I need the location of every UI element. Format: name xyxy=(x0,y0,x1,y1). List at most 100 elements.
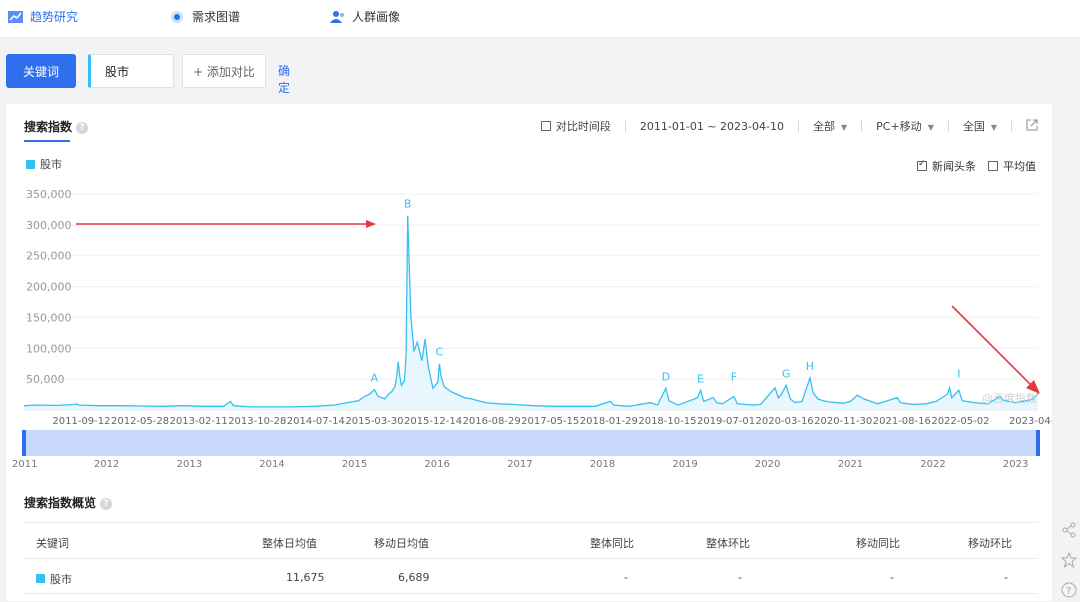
range-year-label: 2015 xyxy=(342,459,367,470)
row-mobile-avg: 6,689 xyxy=(398,571,430,584)
nav-trend-label: 趋势研究 xyxy=(30,10,79,24)
annotation-G: G xyxy=(782,367,791,380)
x-tick-label: 2015-12-14 xyxy=(404,416,462,427)
add-compare-button[interactable]: + 添加对比 xyxy=(182,54,266,88)
header-overall-avg: 整体日均值 xyxy=(262,537,317,550)
x-tick-label: 2017-05-15 xyxy=(521,416,579,427)
header-keyword: 关键词 xyxy=(36,537,69,550)
people-icon xyxy=(330,10,346,24)
y-tick-label: 250,000 xyxy=(26,250,72,263)
row-overall-mom: - xyxy=(738,571,742,584)
row-overall-avg: 11,675 xyxy=(286,571,325,584)
x-tick-label: 2016-08-29 xyxy=(463,416,521,427)
red-arrow-left-head xyxy=(366,220,376,228)
table-header: 关键词 整体日均值 移动日均值 整体同比 整体环比 移动同比 移动环比 xyxy=(24,522,1038,558)
row-mobile-yoy: - xyxy=(890,571,894,584)
y-tick-label: 200,000 xyxy=(26,281,72,294)
x-tick-label: 2013-10-28 xyxy=(228,416,286,427)
overview-title-text: 搜索指数概览 xyxy=(24,496,97,510)
region-select[interactable]: 全国 ▼ xyxy=(963,118,997,134)
x-tick-label: 2021-08-16 xyxy=(873,416,931,427)
annotation-I: I xyxy=(957,367,960,380)
star-icon[interactable] xyxy=(1060,551,1078,572)
chart-controls: 对比时间段 2011-01-01 ~ 2023-04-10 全部 ▼ PC+移动 ▼… xyxy=(540,118,1038,134)
confirm-button[interactable]: 确定 xyxy=(278,62,290,96)
annotation-A: A xyxy=(371,372,379,385)
legend-label: 股市 xyxy=(40,158,62,171)
x-tick-label: 2020-11-30 xyxy=(814,416,872,427)
row-mobile-mom: - xyxy=(1004,571,1008,584)
device-select[interactable]: PC+移动 ▼ xyxy=(876,118,934,134)
annotation-H: H xyxy=(806,360,814,373)
header-overall-yoy: 整体同比 xyxy=(590,537,634,550)
chart-options: 新闻头条 平均值 xyxy=(905,158,1036,174)
share-icon[interactable] xyxy=(1061,522,1077,542)
legend-swatch xyxy=(26,159,35,169)
help-icon[interactable]: ? xyxy=(76,122,89,134)
search-index-chart[interactable]: 350,000 300,000 250,000 200,000 150,000 100,0… xyxy=(6,180,1052,480)
overview-table: 关键词 整体日均值 移动日均值 整体同比 整体环比 移动同比 移动环比 股市 1… xyxy=(24,522,1038,594)
nav-demand-graph[interactable]: 需求图谱 xyxy=(170,8,240,25)
red-arrow-right-shaft xyxy=(951,305,1033,387)
table-row: 股市 11,675 6,689 - - - - xyxy=(24,558,1038,594)
annotation-C: C xyxy=(436,346,444,359)
divider xyxy=(1011,120,1012,132)
series-area xyxy=(24,215,1038,410)
keyword-swatch xyxy=(36,574,45,583)
nav-trend-research[interactable]: 趋势研究 xyxy=(8,8,78,25)
export-icon[interactable] xyxy=(1026,119,1038,134)
keyword-button[interactable]: 关键词 xyxy=(6,54,76,88)
x-tick-label: 2012-05-28 xyxy=(111,416,169,427)
top-nav: 趋势研究 需求图谱 人群画像 xyxy=(0,0,1080,38)
header-mobile-mom: 移动环比 xyxy=(968,537,1012,550)
divider xyxy=(798,120,799,132)
compare-period-checkbox[interactable] xyxy=(540,121,551,131)
row-keyword: 股市 xyxy=(36,571,72,587)
help-icon[interactable]: ? xyxy=(100,498,113,510)
demand-graph-icon xyxy=(170,10,186,24)
y-tick-label: 100,000 xyxy=(26,342,72,355)
range-year-label: 2011 xyxy=(12,459,37,470)
chevron-down-icon: ▼ xyxy=(990,123,997,132)
range-year-label: 2014 xyxy=(259,459,284,470)
average-checkbox[interactable] xyxy=(988,161,998,171)
nav-people-portrait[interactable]: 人群画像 xyxy=(330,8,400,25)
y-tick-label: 150,000 xyxy=(26,311,72,324)
panel-title: 搜索指数? xyxy=(24,118,89,135)
row-overall-yoy: - xyxy=(624,571,628,584)
x-tick-label: 2018-01-29 xyxy=(580,416,638,427)
y-tick-label: 350,000 xyxy=(26,188,72,201)
divider xyxy=(624,120,626,132)
chevron-down-icon: ▼ xyxy=(841,123,848,132)
scope-label: 全部 xyxy=(813,120,835,133)
news-headlines-toggle[interactable]: 新闻头条 xyxy=(917,158,976,174)
range-year-label: 2023 xyxy=(1003,459,1028,470)
help-circle-icon[interactable]: ? xyxy=(1061,582,1077,602)
title-underline xyxy=(24,140,70,142)
header-mobile-avg: 移动日均值 xyxy=(374,537,429,550)
nav-demand-label: 需求图谱 xyxy=(192,10,241,24)
range-year-label: 2020 xyxy=(755,459,780,470)
search-index-panel: 搜索指数? 对比时间段 2011-01-01 ~ 2023-04-10 全部 ▼ … xyxy=(6,104,1052,601)
range-year-label: 2018 xyxy=(590,459,615,470)
row-keyword-text: 股市 xyxy=(50,573,72,586)
compare-period-label: 对比时间段 xyxy=(555,120,611,133)
date-range-picker[interactable]: 2011-01-01 ~ 2023-04-10 xyxy=(640,120,784,133)
range-year-label: 2016 xyxy=(424,459,449,470)
range-slider-track xyxy=(24,430,1038,456)
keyword-input[interactable]: 股市 xyxy=(88,54,174,88)
range-year-label: 2017 xyxy=(507,459,532,470)
svg-text:?: ? xyxy=(1066,586,1071,597)
x-tick-label: 2014-07-14 xyxy=(287,416,345,427)
y-tick-label: 300,000 xyxy=(26,219,72,232)
divider xyxy=(947,120,949,132)
trend-icon xyxy=(8,10,24,24)
region-label: 全国 xyxy=(962,120,985,133)
panel-title-text: 搜索指数 xyxy=(24,120,73,134)
average-toggle[interactable]: 平均值 xyxy=(988,158,1036,174)
scope-select[interactable]: 全部 ▼ xyxy=(813,118,847,134)
news-headlines-checkbox[interactable] xyxy=(917,159,927,171)
annotation-B: B xyxy=(404,198,412,211)
x-tick-label: 2023-04-10 xyxy=(1009,416,1052,427)
x-tick-label: 2011-09-12 xyxy=(52,416,110,427)
